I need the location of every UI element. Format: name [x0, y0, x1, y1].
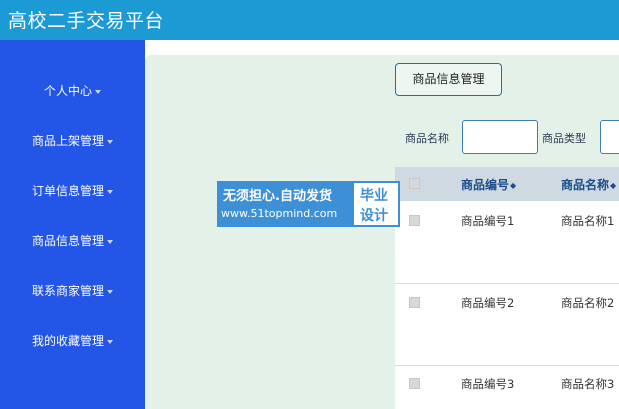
- sidebar-item-label: 商品上架管理: [31, 134, 104, 148]
- sort-icon: ◆: [510, 181, 517, 190]
- sort-icon: ◆: [610, 181, 617, 190]
- sidebar-item-label: 商品信息管理: [31, 234, 104, 248]
- watermark-slogan: 无须担心.自动发货: [223, 189, 332, 204]
- sidebar-item-label: 个人中心: [43, 84, 92, 98]
- table-header: 商品编号◆ 商品名称◆: [395, 167, 619, 201]
- sidebar-item-favorites[interactable]: 我的收藏管理: [0, 328, 145, 354]
- select-all-checkbox[interactable]: [409, 178, 420, 189]
- cell-product-code: 商品编号1: [461, 214, 515, 228]
- product-table: 商品编号◆ 商品名称◆ 商品编号1 商品名称1 商品编号2 商品名称2 商品编号…: [395, 167, 619, 409]
- product-name-input[interactable]: [462, 120, 538, 154]
- row-checkbox[interactable]: [409, 215, 420, 226]
- sidebar-item-label: 联系商家管理: [31, 284, 104, 298]
- sidebar-item-product-info[interactable]: 商品信息管理: [0, 228, 145, 254]
- chevron-down-icon: [107, 189, 113, 194]
- sidebar: 个人中心 商品上架管理 订单信息管理 商品信息管理 联系商家管理 我的收藏管理: [0, 40, 145, 409]
- app-title: 高校二手交易平台: [8, 10, 165, 32]
- table-row: 商品编号1 商品名称1: [395, 201, 619, 283]
- watermark-badge-top: 毕业: [360, 188, 388, 204]
- search-label-product-type: 商品类型: [542, 132, 586, 145]
- table-row: 商品编号3 商品名称3: [395, 366, 619, 409]
- chevron-down-icon: [107, 239, 113, 244]
- chevron-down-icon: [107, 139, 113, 144]
- column-header-code[interactable]: 商品编号◆: [461, 176, 516, 193]
- row-checkbox[interactable]: [409, 378, 420, 389]
- cell-product-name: 商品名称3: [561, 377, 615, 391]
- sidebar-item-order-info[interactable]: 订单信息管理: [0, 178, 145, 204]
- sidebar-item-label: 我的收藏管理: [31, 334, 104, 348]
- chevron-down-icon: [95, 89, 101, 94]
- search-label-product-name: 商品名称: [405, 132, 449, 145]
- column-header-name[interactable]: 商品名称◆: [561, 176, 616, 193]
- sidebar-item-contact-merchant[interactable]: 联系商家管理: [0, 278, 145, 304]
- watermark-badge-bottom: 设计: [360, 208, 388, 224]
- content-panel: 商品信息管理 商品名称 商品类型 商品编号◆ 商品名称◆ 商品编号1 商品名称1…: [145, 55, 619, 409]
- sidebar-item-personal-center[interactable]: 个人中心: [0, 78, 145, 104]
- watermark-badge: 毕业 设计: [352, 181, 400, 227]
- watermark-text-block: 无须担心.自动发货 www.51topmind.com: [217, 181, 352, 227]
- top-bar: 高校二手交易平台: [0, 0, 619, 40]
- sidebar-item-product-listing[interactable]: 商品上架管理: [0, 128, 145, 154]
- cell-product-code: 商品编号2: [461, 296, 515, 310]
- cell-product-code: 商品编号3: [461, 377, 515, 391]
- chevron-down-icon: [107, 339, 113, 344]
- cell-product-name: 商品名称1: [561, 214, 615, 228]
- product-type-input[interactable]: [600, 120, 619, 154]
- chevron-down-icon: [107, 289, 113, 294]
- cell-product-name: 商品名称2: [561, 296, 615, 310]
- watermark-url: www.51topmind.com: [221, 207, 338, 220]
- watermark-banner: 无须担心.自动发货 www.51topmind.com 毕业 设计: [217, 181, 400, 227]
- tab-product-info[interactable]: 商品信息管理: [395, 63, 502, 96]
- row-checkbox[interactable]: [409, 297, 420, 308]
- sidebar-item-label: 订单信息管理: [31, 184, 104, 198]
- table-row: 商品编号2 商品名称2: [395, 284, 619, 365]
